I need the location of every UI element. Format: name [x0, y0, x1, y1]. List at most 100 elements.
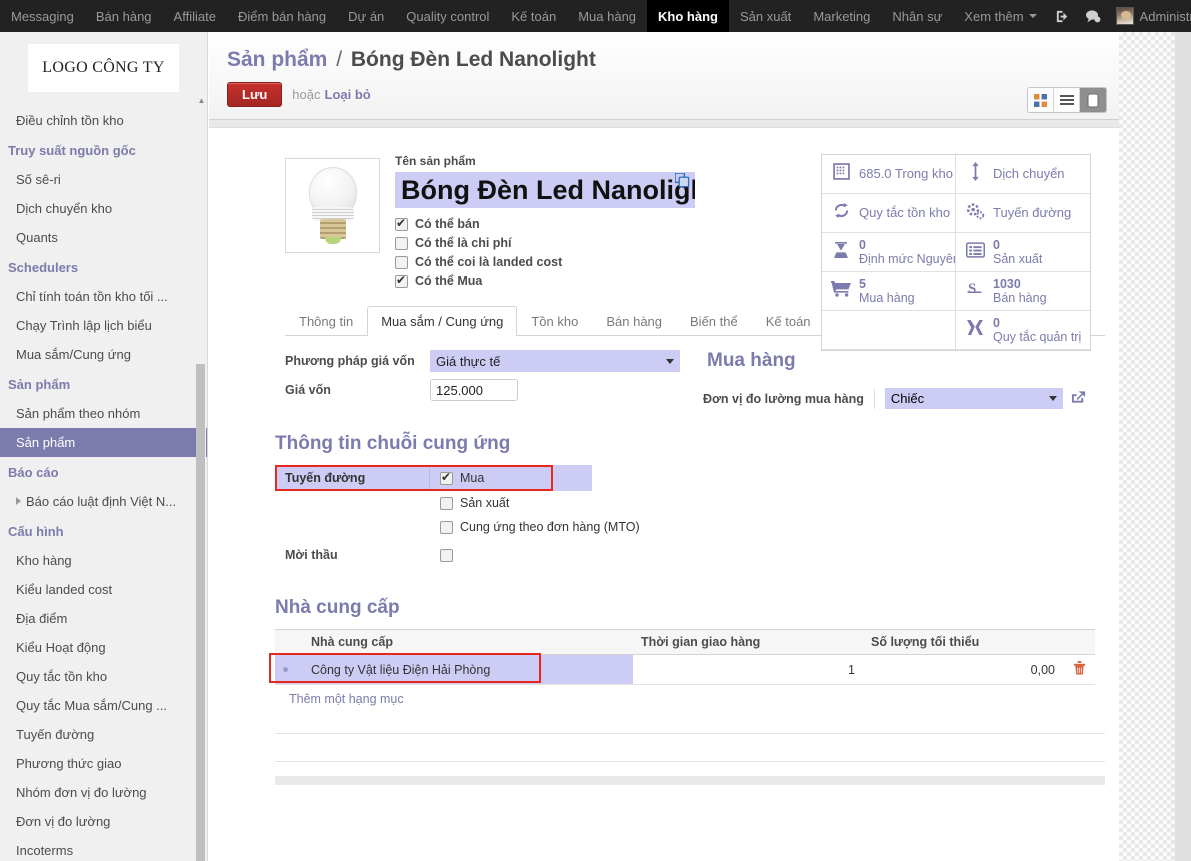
route-option-manufacture[interactable]: Sản xuất	[275, 491, 1105, 515]
sidebar-item-mua-s-m-cung-ng[interactable]: Mua sắm/Cung ứng	[0, 340, 207, 369]
chat-bubble-icon[interactable]	[1078, 0, 1108, 32]
sidebar-item-quants[interactable]: Quants	[0, 223, 207, 252]
vendors-col-min-qty[interactable]: Số lượng tối thiểu	[863, 629, 1063, 655]
nav-item-quality-control[interactable]: Quality control	[395, 0, 500, 32]
purchase-uom-select[interactable]: Chiếc	[884, 388, 1063, 409]
sidebar-scrollbar-track[interactable]	[196, 104, 206, 861]
sidebar-item-n-v-o-l-ng[interactable]: Đơn vị đo lường	[0, 807, 207, 836]
cost-input[interactable]: 125.000	[430, 379, 518, 401]
nav-item-kho-h-ng[interactable]: Kho hàng	[647, 0, 729, 32]
row-min-qty[interactable]: 0,00	[863, 654, 1063, 685]
stat-text: Tuyến đường	[993, 205, 1071, 221]
stat-button-tuy-n-ng[interactable]: Tuyến đường	[956, 194, 1090, 233]
stat-button-quy-t-c-qu-n-tr[interactable]: 0 Quy tắc quản trị	[956, 311, 1090, 350]
tab-bi-n-th[interactable]: Biến thể	[676, 306, 752, 336]
sidebar-item-quy-t-c-t-n-kho[interactable]: Quy tắc tồn kho	[0, 662, 207, 691]
add-item-link[interactable]: Thêm một hạng mục	[289, 692, 1105, 706]
route-manufacture-cell[interactable]: Sản xuất	[430, 496, 509, 510]
row-vendor-name[interactable]: Công ty Vật liệu Điện Hải Phòng	[303, 654, 633, 685]
stat-button-trong-kho[interactable]: 685.0 Trong kho	[822, 155, 956, 194]
sidebar-item-kho-h-ng[interactable]: Kho hàng	[0, 546, 207, 575]
kanban-view-icon[interactable]	[1028, 88, 1054, 112]
stat-text: 5 Mua hàng	[859, 277, 915, 306]
table-row[interactable]: Công ty Vật liệu Điện Hải Phòng 1 0,00	[275, 654, 1095, 685]
stat-button-nh-m-c-nguy-n[interactable]: 0 Định mức Nguyên	[822, 233, 956, 272]
checkbox-c-th-l-chi-ph[interactable]	[395, 236, 408, 250]
translate-icon[interactable]	[674, 172, 690, 191]
sidebar-scrollbar-thumb[interactable]	[196, 364, 205, 861]
save-button[interactable]: Lưu	[227, 82, 283, 107]
row-drag-handle[interactable]	[275, 654, 303, 685]
nav-item-b-n-h-ng[interactable]: Bán hàng	[85, 0, 163, 32]
stat-button-s-n-xu-t[interactable]: 0 Sản xuất	[956, 233, 1090, 272]
stat-button-d-ch-chuy-n[interactable]: Dịch chuyển	[956, 155, 1090, 194]
sidebar-item-b-o-c-o-lu-t-nh-vi-t-n[interactable]: Báo cáo luật định Việt N...	[0, 487, 207, 516]
sidebar-item-s-n-ph-m[interactable]: Sản phẩm	[0, 428, 207, 457]
route-option-mto[interactable]: Cung ứng theo đơn hàng (MTO)	[275, 515, 1105, 539]
nav-item-xem-th-m[interactable]: Xem thêm	[953, 0, 1047, 32]
stat-button-b-n-h-ng[interactable]: S 1030 Bán hàng	[956, 272, 1090, 311]
nav-item-marketing[interactable]: Marketing	[802, 0, 881, 32]
checkbox-c-th-coi-l-landed-cost[interactable]	[395, 255, 408, 269]
nav-item-s-n-xu-t[interactable]: Sản xuất	[729, 0, 802, 32]
checkbox-c-th-mua[interactable]	[395, 273, 408, 288]
tab-t-n-kho[interactable]: Tồn kho	[517, 306, 592, 336]
nav-item-d-n[interactable]: Dự án	[337, 0, 395, 32]
row-delete-cell[interactable]	[1063, 654, 1095, 685]
route-manufacture-checkbox[interactable]	[440, 496, 453, 510]
sidebar-item-ki-u-landed-cost[interactable]: Kiểu landed cost	[0, 575, 207, 604]
sidebar-item-quy-t-c-mua-s-m-cung[interactable]: Quy tắc Mua sắm/Cung ...	[0, 691, 207, 720]
sidebar-item-ch-y-tr-nh-l-p-l-ch-bi-u[interactable]: Chạy Trình lập lịch biểu	[0, 311, 207, 340]
nav-item-label: Xem thêm	[964, 8, 1024, 24]
list-view-icon[interactable]	[1054, 88, 1080, 112]
discard-button[interactable]: Loại bỏ	[325, 87, 371, 102]
led-bulb-image[interactable]	[285, 158, 380, 253]
sidebar-item-s-s-ri[interactable]: Số sê-ri	[0, 165, 207, 194]
product-name-input[interactable]: Bóng Đèn Led Nanolight	[395, 172, 695, 208]
breadcrumb-root[interactable]: Sản phẩm	[227, 48, 327, 71]
row-lead-time[interactable]: 1	[633, 654, 863, 685]
user-menu[interactable]: Administrator	[1108, 0, 1191, 32]
nav-item-messaging[interactable]: Messaging	[0, 0, 85, 32]
nav-item-k-to-n[interactable]: Kế toán	[500, 0, 567, 32]
sidebar-item-tuy-n-ng[interactable]: Tuyến đường	[0, 720, 207, 749]
route-mto-checkbox[interactable]	[440, 520, 453, 534]
tab-b-n-h-ng[interactable]: Bán hàng	[592, 306, 676, 336]
route-buy-checkbox[interactable]	[440, 470, 453, 485]
sidebar-item-a-i-m[interactable]: Địa điểm	[0, 604, 207, 633]
sidebar-item-nh-m-n-v-o-l-ng[interactable]: Nhóm đơn vị đo lường	[0, 778, 207, 807]
checkbox-label: Có thể coi là landed cost	[415, 255, 563, 269]
sidebar-item-label: Dịch chuyển kho	[16, 201, 113, 216]
external-link-icon[interactable]	[1071, 390, 1086, 408]
sidebar-menu: Điều chỉnh tồn kho Truy suất nguồn gốc Số …	[0, 106, 207, 861]
stat-button-mua-h-ng[interactable]: 5 Mua hàng	[822, 272, 956, 311]
nav-item-mua-h-ng[interactable]: Mua hàng	[567, 0, 647, 32]
sidebar-item-i-u-ch-nh-t-n-kho[interactable]: Điều chỉnh tồn kho	[0, 106, 207, 135]
tab-mua-s-m-cung-ng[interactable]: Mua sắm / Cung ứng	[367, 306, 518, 336]
form-view-icon[interactable]	[1080, 88, 1106, 112]
sidebar-item-d-ch-chuy-n-kho[interactable]: Dịch chuyển kho	[0, 194, 207, 223]
sidebar-item-incoterms[interactable]: Incoterms	[0, 836, 207, 861]
route-option-buy[interactable]: Mua	[430, 465, 592, 491]
stat-label: Định mức Nguyên	[859, 252, 956, 266]
vendors-col-lead-time[interactable]: Thời gian giao hàng	[633, 629, 863, 655]
nav-item-affiliate[interactable]: Affiliate	[163, 0, 227, 32]
tab-k-to-n[interactable]: Kế toán	[752, 306, 825, 336]
tender-cell[interactable]	[430, 548, 460, 562]
vendors-col-vendor[interactable]: Nhà cung cấp	[303, 629, 633, 655]
costing-method-select[interactable]: Giá thực tế	[430, 350, 680, 372]
nav-item-i-m-b-n-h-ng[interactable]: Điểm bán hàng	[227, 0, 337, 32]
checkbox-c-th-b-n[interactable]	[395, 216, 408, 231]
sidebar-item-s-n-ph-m-theo-nh-m[interactable]: Sản phẩm theo nhóm	[0, 399, 207, 428]
sidebar-item-ph-ng-th-c-giao[interactable]: Phương thức giao	[0, 749, 207, 778]
sidebar-item-ch-t-nh-to-n-t-n-kho-t-i[interactable]: Chỉ tính toán tồn kho tối ...	[0, 282, 207, 311]
sidebar-item-ki-u-ho-t-ng[interactable]: Kiểu Hoạt động	[0, 633, 207, 662]
logout-icon[interactable]	[1048, 0, 1078, 32]
stat-button-quy-t-c-t-n-kho[interactable]: Quy tắc tồn kho	[822, 194, 956, 233]
checkbox-label: Có thể là chi phí	[415, 236, 512, 250]
trash-icon[interactable]	[1073, 661, 1086, 678]
tender-checkbox[interactable]	[440, 548, 453, 562]
nav-item-nh-n-s[interactable]: Nhân sự	[881, 0, 953, 32]
tab-th-ng-tin[interactable]: Thông tin	[285, 306, 367, 336]
route-mto-cell[interactable]: Cung ứng theo đơn hàng (MTO)	[430, 520, 640, 534]
